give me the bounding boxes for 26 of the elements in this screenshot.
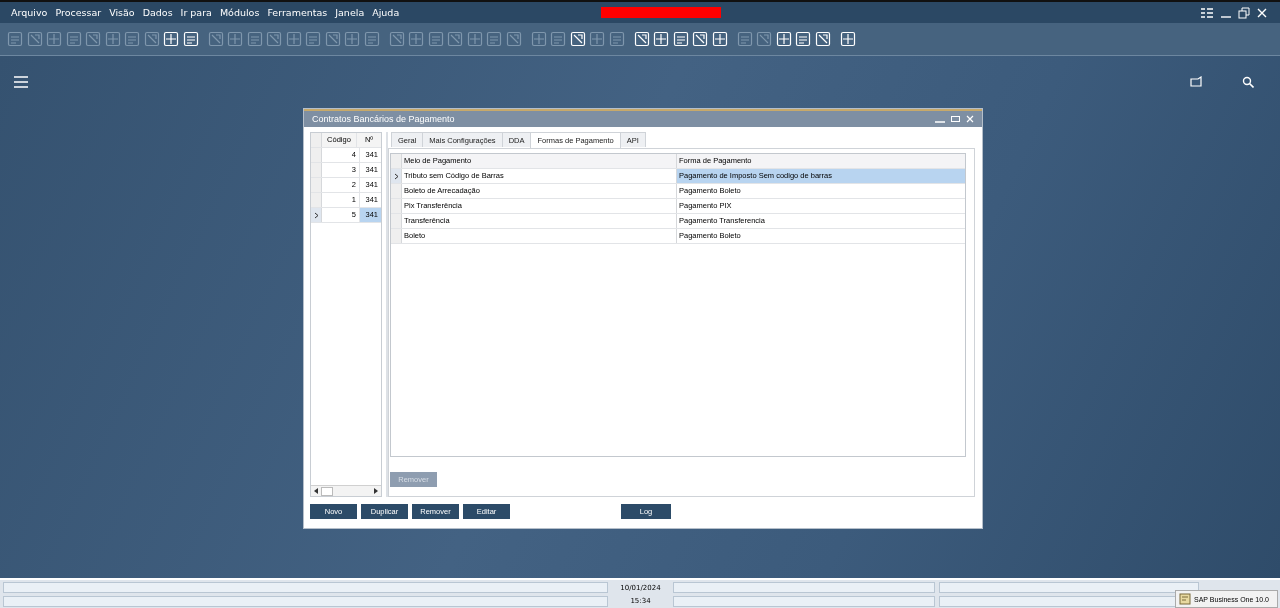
application-icon <box>1179 593 1191 605</box>
menu-item[interactable]: Dados <box>142 7 173 18</box>
left-arrow-icon[interactable] <box>314 488 318 494</box>
menu-item[interactable]: Ferramentas <box>267 7 328 18</box>
row-selector[interactable] <box>311 208 322 222</box>
chevron-icon <box>393 172 399 180</box>
menu-item[interactable]: Arquivo <box>11 7 48 18</box>
menu-item[interactable]: Ajuda <box>372 7 400 18</box>
window-title: Contratos Bancários de Pagamento <box>312 114 455 124</box>
scroll-thumb[interactable] <box>321 486 333 496</box>
menu-icon[interactable] <box>14 76 28 88</box>
row-selector[interactable] <box>391 169 402 183</box>
list-icon[interactable] <box>1200 6 1214 19</box>
search-icon[interactable] <box>1242 76 1254 88</box>
document-icon[interactable] <box>1190 76 1202 88</box>
right-arrow-icon[interactable] <box>374 488 378 494</box>
close-icon[interactable] <box>1256 6 1268 19</box>
restore-icon[interactable] <box>1238 6 1250 19</box>
menu-item[interactable]: Módulos <box>219 7 260 18</box>
menu-item[interactable]: Processar <box>55 7 102 18</box>
menu-item[interactable]: Janela <box>335 7 365 18</box>
horizontal-scrollbar[interactable] <box>311 485 381 496</box>
maximize-icon[interactable] <box>951 115 960 123</box>
menu-item[interactable]: Ir para <box>180 7 212 18</box>
menu-item[interactable]: Visão <box>109 7 135 18</box>
chevron-icon <box>313 211 319 219</box>
